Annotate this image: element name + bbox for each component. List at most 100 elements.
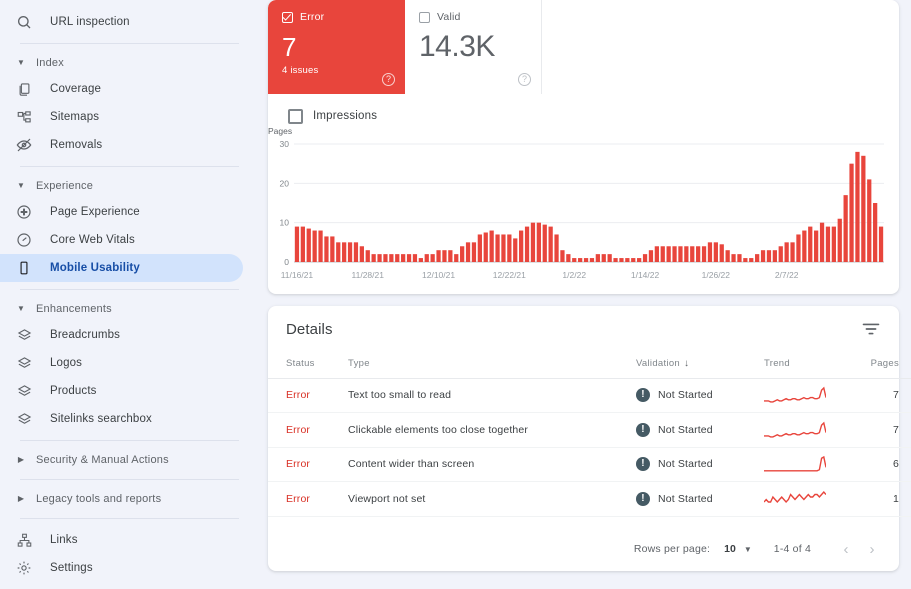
sidebar-item-page-experience[interactable]: Page Experience	[0, 198, 243, 226]
checkbox-valid[interactable]	[419, 12, 430, 23]
svg-text:1/14/22: 1/14/22	[631, 270, 660, 280]
table-header: Status Type Validation↓ Trend Pages	[268, 352, 911, 378]
table-row[interactable]: ErrorViewport not set!Not Started1	[268, 482, 911, 517]
trend-sparkline	[764, 420, 826, 440]
table-row[interactable]: ErrorText too small to read!Not Started7	[268, 378, 911, 413]
sidebar-item-label: Logos	[50, 357, 82, 369]
sidebar-item-sitelinks-searchbox[interactable]: Sitelinks searchbox	[0, 405, 243, 433]
cell-trend	[764, 413, 859, 448]
sidebar-group-experience[interactable]: ▼ Experience	[0, 174, 255, 198]
sidebar-item-core-web-vitals[interactable]: Core Web Vitals	[0, 226, 243, 254]
speedometer-icon	[14, 230, 34, 250]
validation-status: !Not Started	[636, 457, 764, 471]
column-header-pages[interactable]: Pages	[859, 352, 911, 378]
svg-text:12/22/21: 12/22/21	[493, 270, 526, 280]
cell-trend	[764, 482, 859, 517]
bar-chart[interactable]: Pages010203011/16/2111/28/2112/10/2112/2…	[268, 126, 890, 286]
table-header-row: Status Type Validation↓ Trend Pages	[268, 352, 911, 378]
chevron-down-icon[interactable]: ▼	[744, 545, 752, 554]
sidebar-item-breadcrumbs[interactable]: Breadcrumbs	[0, 321, 243, 349]
sidebar-item-sitemaps[interactable]: Sitemaps	[0, 103, 243, 131]
filter-icon[interactable]	[861, 319, 881, 339]
sidebar-item-label: Removals	[50, 139, 102, 151]
cell-type: Clickable elements too close together	[348, 413, 636, 448]
sidebar-divider	[20, 518, 239, 519]
sidebar-group-label: Enhancements	[36, 303, 112, 315]
sidebar-item-url-inspection[interactable]: URL inspection	[0, 8, 243, 36]
cell-validation: !Not Started	[636, 378, 764, 413]
column-header-type[interactable]: Type	[348, 352, 636, 378]
trend-sparkline	[764, 489, 826, 509]
sidebar-item-label: Sitelinks searchbox	[50, 413, 152, 425]
checkbox-impressions[interactable]	[288, 109, 303, 124]
sidebar-item-settings[interactable]: Settings	[0, 554, 243, 582]
layers-icon	[14, 325, 34, 345]
next-page-button[interactable]: ›	[859, 541, 885, 558]
svg-text:11/28/21: 11/28/21	[352, 270, 385, 280]
column-header-trend[interactable]: Trend	[764, 352, 859, 378]
sidebar-item-mobile-usability[interactable]: Mobile Usability	[0, 254, 243, 282]
cell-pages: 1	[859, 482, 911, 517]
sidebar-item-logos[interactable]: Logos	[0, 349, 243, 377]
rows-per-page-value[interactable]: 10	[724, 543, 736, 555]
cell-validation: !Not Started	[636, 413, 764, 448]
layers-icon	[14, 409, 34, 429]
sidebar-group-index[interactable]: ▼ Index	[0, 51, 255, 75]
previous-page-button[interactable]: ‹	[833, 541, 859, 558]
svg-text:1/2/22: 1/2/22	[562, 270, 586, 280]
validation-label: Not Started	[658, 389, 713, 401]
help-icon[interactable]: ?	[382, 73, 395, 86]
page-experience-icon	[14, 202, 34, 222]
sidebar-divider	[20, 166, 239, 167]
chevron-right-icon: ▶	[14, 456, 28, 464]
column-header-status[interactable]: Status	[268, 352, 348, 378]
sidebar-item-removals[interactable]: Removals	[0, 131, 243, 159]
sidebar-item-label: Coverage	[50, 83, 101, 95]
sidebar-group-label: Experience	[36, 180, 93, 192]
sidebar-group-enhancements[interactable]: ▼ Enhancements	[0, 297, 255, 321]
sidebar-divider	[20, 440, 239, 441]
svg-text:30: 30	[280, 139, 290, 149]
validation-label: Not Started	[658, 458, 713, 470]
chart-plot-area: Pages010203011/16/2111/28/2112/10/2112/2…	[268, 126, 899, 286]
sidebar-group-legacy[interactable]: ▶ Legacy tools and reports	[0, 487, 255, 511]
help-icon[interactable]: ?	[518, 73, 531, 86]
metric-tile-error[interactable]: Error 7 4 issues ?	[268, 0, 405, 94]
validation-label: Not Started	[658, 424, 713, 436]
column-header-validation[interactable]: Validation↓	[636, 352, 764, 378]
svg-text:Pages: Pages	[268, 126, 292, 136]
column-header-validation-label: Validation	[636, 358, 680, 369]
validation-label: Not Started	[658, 493, 713, 505]
svg-text:0: 0	[284, 257, 289, 267]
cell-type: Text too small to read	[348, 378, 636, 413]
sidebar-group-label: Security & Manual Actions	[36, 454, 169, 466]
sidebar-item-label: Settings	[50, 562, 93, 574]
tile-label: Valid	[437, 11, 461, 23]
metric-tiles: Error 7 4 issues ? Valid 14.3K ?	[268, 0, 899, 94]
chevron-down-icon: ▼	[14, 59, 28, 67]
layers-icon	[14, 353, 34, 373]
sidebar-item-label: Products	[50, 385, 97, 397]
sidebar-group-security[interactable]: ▶ Security & Manual Actions	[0, 448, 255, 472]
search-console-app: URL inspection ▼ Index Coverage Sitem	[0, 0, 911, 589]
sidebar-item-coverage[interactable]: Coverage	[0, 75, 243, 103]
impressions-toggle[interactable]: Impressions	[268, 94, 899, 126]
sidebar-item-products[interactable]: Products	[0, 377, 243, 405]
sidebar-divider	[20, 479, 239, 480]
sidebar-item-label: Sitemaps	[50, 111, 99, 123]
cell-pages: 7	[859, 378, 911, 413]
alert-icon: !	[636, 492, 650, 506]
table-row[interactable]: ErrorContent wider than screen!Not Start…	[268, 447, 911, 482]
search-icon	[14, 12, 34, 32]
cell-type: Content wider than screen	[348, 447, 636, 482]
details-card: Details Status Type Validation↓	[268, 306, 899, 571]
links-icon	[14, 530, 34, 550]
sidebar-group-label: Legacy tools and reports	[36, 493, 161, 505]
mobile-phone-icon	[14, 258, 34, 278]
cell-status: Error	[268, 413, 348, 448]
sidebar-item-links[interactable]: Links	[0, 526, 243, 554]
chart-card: Error 7 4 issues ? Valid 14.3K ?	[268, 0, 899, 294]
metric-tile-valid[interactable]: Valid 14.3K ?	[405, 0, 542, 94]
checkbox-error[interactable]	[282, 12, 293, 23]
table-row[interactable]: ErrorClickable elements too close togeth…	[268, 413, 911, 448]
